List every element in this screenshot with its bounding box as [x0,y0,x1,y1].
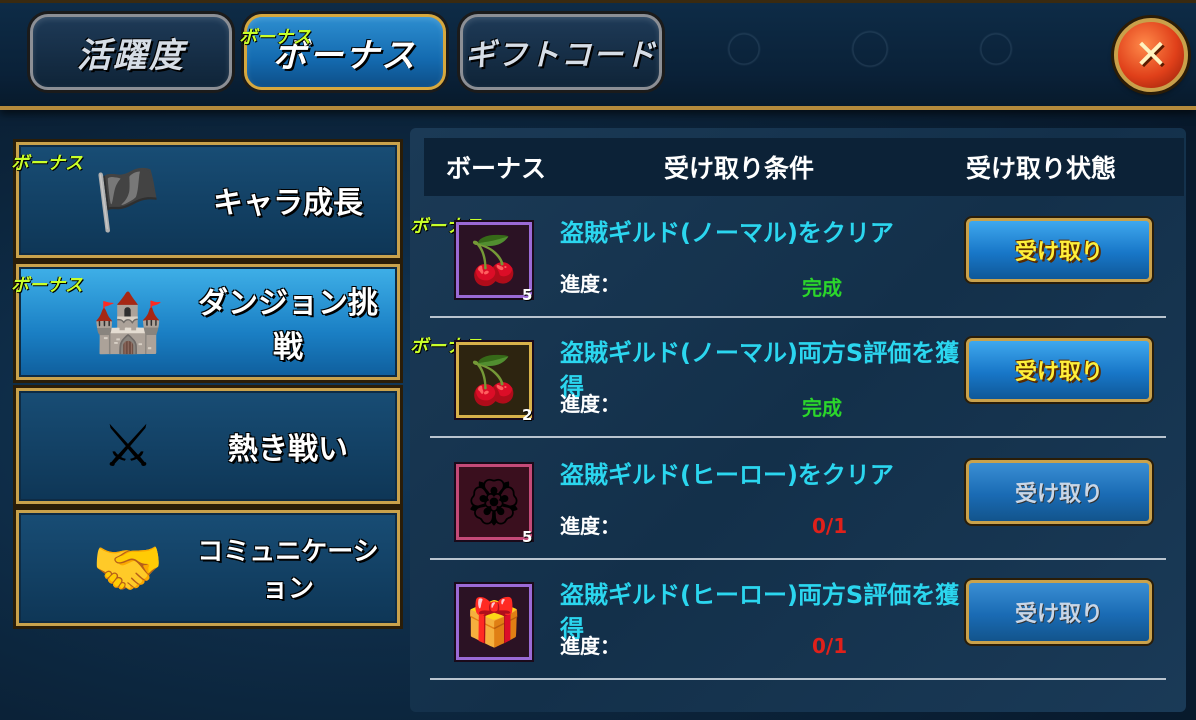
close-icon: ✕ [1134,32,1168,78]
tab-giftcode-label: ギフトコード [465,38,657,73]
sidebar-item-label: ダンジョン挑戦 [198,286,378,365]
handshake-icon: 🤝 [91,533,165,602]
cherries-icon: 🍒 [456,222,532,298]
tab-activity-label: 活躍度 [77,35,185,76]
crossed-axes-icon: ⚔ [102,412,154,480]
sidebar-item-label: 熱き戦い [228,432,348,467]
progress-value: 0/1 [812,514,848,538]
sidebar-item-hot-battle[interactable]: ⚔ 熱き戦い [16,388,400,504]
header-condition: 受け取り条件 [664,154,815,183]
emblem-icon: 🏵 [456,464,532,540]
receive-button-label: 受け取り [1014,360,1103,385]
receive-button-label: 受け取り [1014,602,1103,627]
castle-gate-icon: 🏰 [91,287,165,356]
tab-giftcode[interactable]: ギフトコード [460,14,662,90]
sidebar-item-communication[interactable]: 🤝 コミュニケーション [16,510,400,626]
ornament-decoration [660,24,1080,74]
sidebar-item-dungeon-challenge[interactable]: ボーナス 🏰 ダンジョン挑戦 [11,264,400,380]
reward-count: 2 [522,406,533,424]
reward-count: 5 [522,286,533,304]
bonus-tag: ボーナス [11,153,83,174]
progress-label: 進度： [560,272,620,296]
table-row: 🏵 5 盗賊ギルド(ヒーロー)をクリア 進度： 0/1 受け取り [430,440,1166,560]
progress-value: 完成 [802,276,842,300]
receive-button-label: 受け取り [1014,240,1103,265]
receive-button[interactable]: 受け取り [966,338,1152,402]
cherries-gold-icon: 🍒 [456,342,532,418]
banner-scroll-icon: 🏴 [91,165,165,234]
progress-label: 進度： [560,392,620,416]
progress-label: 進度： [560,514,620,538]
condition-text: 盗賊ギルド(ノーマル)両方S評価を獲得 [560,339,960,401]
close-button[interactable]: ✕ [1114,18,1188,92]
condition-text: 盗賊ギルド(ヒーロー)をクリア [560,461,894,489]
sidebar-item-character-growth[interactable]: ボーナス 🏴 キャラ成長 [11,142,400,258]
tab-bonus[interactable]: ボーナス ボーナス [239,14,446,90]
table-row: ボーナス 🍒 2 盗賊ギルド(ノーマル)両方S評価を獲得 進度： 完成 受け取り [410,318,1166,438]
tab-activity[interactable]: 活躍度 [30,14,232,90]
receive-button[interactable]: 受け取り [966,580,1152,644]
condition-text: 盗賊ギルド(ノーマル)をクリア [560,219,894,247]
condition-text: 盗賊ギルド(ヒーロー)両方S評価を獲得 [560,581,960,643]
receive-button[interactable]: 受け取り [966,218,1152,282]
table-row: ボーナス 🍒 5 盗賊ギルド(ノーマル)をクリア 進度： 完成 受け取り [410,198,1166,318]
progress-label: 進度： [560,634,620,658]
receive-button-label: 受け取り [1014,482,1103,507]
top-tab-bar: 活躍度 ボーナス ボーナス ギフトコード ✕ [0,0,1196,110]
header-bonus: ボーナス [446,154,547,183]
bonus-tag: ボーナス [239,27,311,48]
bonus-tag: ボーナス [11,275,83,296]
table-header: ボーナス 受け取り条件 受け取り状態 [424,138,1184,196]
table-row: 🎁 盗賊ギルド(ヒーロー)両方S評価を獲得 進度： 0/1 受け取り [430,560,1166,680]
sidebar-item-label: キャラ成長 [213,186,363,221]
receive-button[interactable]: 受け取り [966,460,1152,524]
header-status: 受け取り状態 [966,154,1117,183]
progress-value: 0/1 [812,634,848,658]
winged-giftbox-icon: 🎁 [456,584,532,660]
sidebar-item-label: コミュニケーション [197,537,379,604]
progress-value: 完成 [802,396,842,420]
reward-panel: ボーナス 受け取り条件 受け取り状態 ボーナス 🍒 5 盗賊ギルド(ノーマル)を… [410,128,1186,712]
reward-count: 5 [522,528,533,546]
